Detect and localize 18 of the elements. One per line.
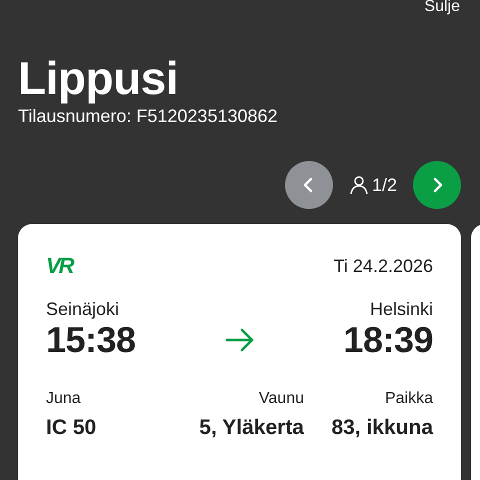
- detail-label: Vaunu: [258, 390, 304, 408]
- next-button[interactable]: [413, 161, 461, 209]
- detail-value: 5, Yläkerta: [199, 416, 304, 440]
- order-number: Tilausnumero: F5120235130862: [18, 106, 279, 127]
- passenger-count: 1/2: [372, 174, 397, 196]
- detail-value: 83, ikkuna: [331, 416, 433, 440]
- vr-logo: VR: [46, 254, 73, 278]
- arrow-right-icon: [224, 328, 254, 352]
- departure-time: 15:38: [46, 320, 136, 360]
- detail-label: Paikka: [384, 390, 433, 408]
- arrival-station: Helsinki: [370, 298, 433, 320]
- arrival-time: 18:39: [343, 320, 433, 360]
- detail-value: IC 50: [46, 416, 98, 440]
- departure-station: Seinäjoki: [46, 298, 120, 320]
- person-icon: [349, 175, 369, 195]
- detail-label: Juna: [46, 390, 82, 408]
- travel-date: Ti 24.2.2026: [334, 256, 433, 276]
- page-title: Lippusi: [18, 52, 180, 104]
